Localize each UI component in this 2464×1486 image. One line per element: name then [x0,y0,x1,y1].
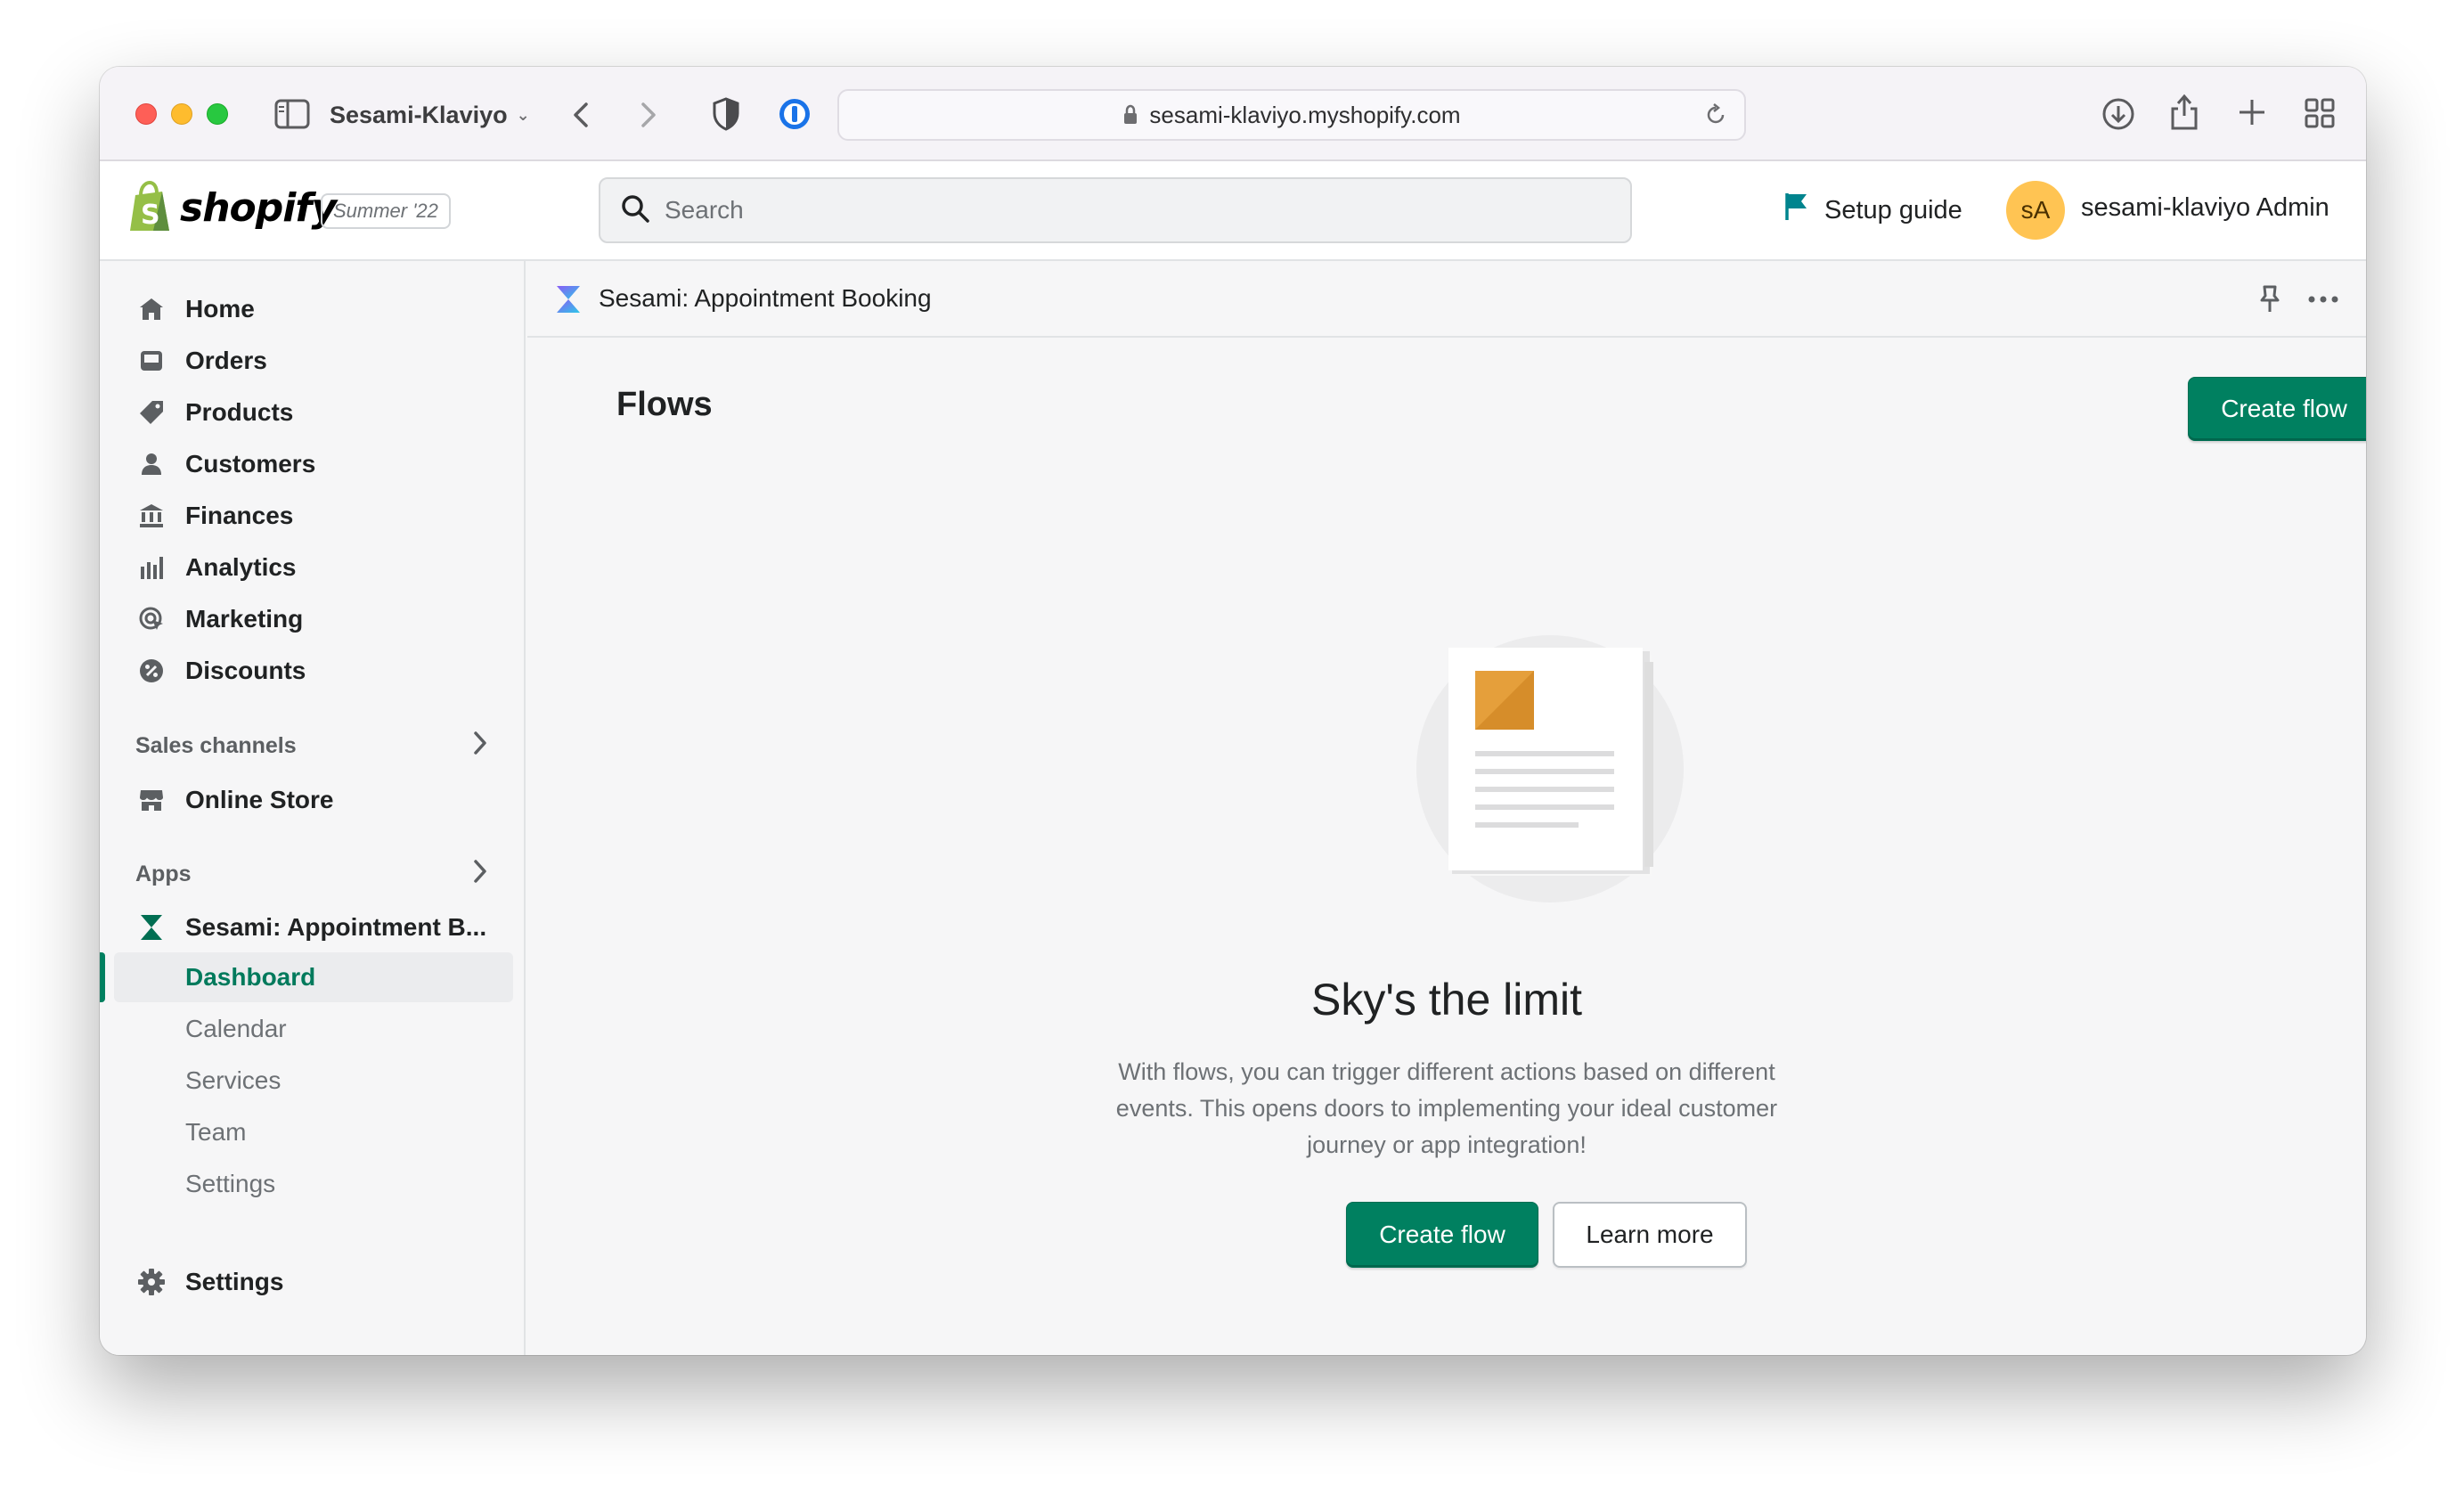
home-icon [137,295,166,323]
sidebar-item-label: Discounts [185,657,306,684]
reload-icon[interactable] [1703,102,1728,134]
store-icon [137,786,166,814]
bank-icon [137,502,166,530]
chevron-right-icon[interactable] [470,728,490,763]
sidebar-item-orders[interactable]: Orders [100,336,526,386]
empty-state-title: Sky's the limit [1310,975,1583,1025]
search-icon [620,193,650,228]
account-name[interactable]: sesami-klaviyo Admin [2081,193,2329,223]
minimize-window-button[interactable] [171,103,192,125]
back-icon[interactable] [568,97,595,133]
sesami-app-icon [554,284,583,319]
browser-window: Sesami-Klaviyo ⌄ sesami-klaviyo.myshopif… [100,67,2366,1355]
new-tab-icon[interactable] [2236,96,2268,128]
sidebar-item-settings[interactable]: Settings [100,1257,526,1307]
empty-state-description: With flows, you can trigger different ac… [1115,1058,1778,1158]
close-window-button[interactable] [135,103,157,125]
flag-icon [1783,192,1810,229]
create-flow-button[interactable]: Create flow [1346,1202,1538,1268]
shopify-logo[interactable]: S shopify [126,181,337,234]
orders-icon [137,347,166,375]
chevron-down-icon: ⌄ [516,105,530,124]
share-icon[interactable] [2168,93,2200,132]
sidebar-item-label: Home [185,295,255,323]
empty-state-illustration [1416,635,1684,902]
sales-channels-title: Sales channels [135,733,297,758]
lock-icon [1122,104,1138,126]
sidebar-item-home[interactable]: Home [100,284,526,334]
shopify-bag-icon: S [130,181,169,231]
tab-overview-icon[interactable] [2304,97,2336,129]
sidebar-subitem-label: Team [185,1118,247,1146]
avatar[interactable]: sA [2006,181,2065,240]
gear-icon [137,1268,166,1296]
tag-icon [137,398,166,427]
sidebar-toggle-icon[interactable] [274,99,310,129]
learn-more-button[interactable]: Learn more [1553,1202,1747,1268]
sidebar-item-label: Customers [185,450,316,478]
forward-icon[interactable] [634,97,661,133]
create-flow-button-header[interactable]: Create flow [2188,377,2366,441]
admin-topbar: S shopify Summer '22 Setup guide sA sesa… [100,161,2366,261]
browser-toolbar: Sesami-Klaviyo ⌄ sesami-klaviyo.myshopif… [100,67,2366,161]
app-title-bar: Sesami: Appointment Booking [527,261,2366,338]
discount-icon [137,657,166,685]
sidebar-item-analytics[interactable]: Analytics [100,543,526,592]
sidebar-item-sesami-app[interactable]: Sesami: Appointment B... [100,902,526,952]
more-actions-icon[interactable] [2307,284,2339,319]
sidebar-item-products[interactable]: Products [100,388,526,437]
active-indicator [100,952,105,1002]
sidebar-subitem-team[interactable]: Team [100,1107,526,1157]
sidebar-subitem-calendar[interactable]: Calendar [100,1004,526,1054]
setup-guide-button[interactable]: Setup guide [1783,192,1962,229]
sidebar-item-finances[interactable]: Finances [100,491,526,541]
apps-title: Apps [135,861,192,886]
sidebar-subitem-services[interactable]: Services [100,1056,526,1106]
search-bar[interactable] [599,177,1632,243]
tab-group-label: Sesami-Klaviyo [330,101,508,128]
edition-badge[interactable]: Summer '22 [321,193,451,229]
password-manager-icon[interactable] [777,96,812,132]
shopify-wordmark: shopify [180,184,337,231]
svg-text:S: S [141,200,160,231]
person-icon [137,450,166,478]
sidebar: Home Orders Products Customers Finances … [100,261,526,1355]
sidebar-item-label: Sesami: Appointment B... [185,913,487,941]
search-input[interactable] [665,196,1555,225]
sidebar-subitem-label: Services [185,1066,281,1094]
sidebar-item-marketing[interactable]: Marketing [100,594,526,644]
bar-chart-icon [137,553,166,582]
chevron-right-icon[interactable] [470,856,490,891]
app-title: Sesami: Appointment Booking [599,284,932,312]
privacy-shield-icon[interactable] [711,96,741,132]
pin-icon[interactable] [2257,284,2282,319]
sidebar-subitem-label: Calendar [185,1015,287,1042]
sidebar-item-customers[interactable]: Customers [100,439,526,489]
sesami-app-icon [137,913,166,942]
setup-guide-label: Setup guide [1824,195,1962,225]
sidebar-item-discounts[interactable]: Discounts [100,646,526,696]
sidebar-item-label: Marketing [185,605,304,633]
sidebar-item-label: Products [185,398,294,426]
sidebar-subitem-settings[interactable]: Settings [100,1159,526,1209]
sidebar-item-label: Orders [185,347,267,374]
page-title: Flows [616,386,713,423]
sidebar-subitem-dashboard[interactable]: Dashboard [100,952,526,1002]
sidebar-item-online-store[interactable]: Online Store [100,775,526,825]
sidebar-item-label: Online Store [185,786,334,813]
zoom-window-button[interactable] [207,103,228,125]
address-bar[interactable]: sesami-klaviyo.myshopify.com [837,89,1746,141]
sidebar-item-label: Settings [185,1268,284,1295]
tab-group-selector[interactable]: Sesami-Klaviyo ⌄ [330,97,530,133]
sidebar-item-label: Analytics [185,553,297,581]
sidebar-subitem-label: Settings [185,1170,276,1197]
url-text: sesami-klaviyo.myshopify.com [1149,101,1461,128]
sidebar-subitem-label: Dashboard [185,963,316,991]
main-content: Sesami: Appointment Booking Flows Create… [527,261,2366,1355]
sidebar-item-label: Finances [185,502,294,529]
target-icon [137,605,166,633]
downloads-icon[interactable] [2101,96,2136,132]
